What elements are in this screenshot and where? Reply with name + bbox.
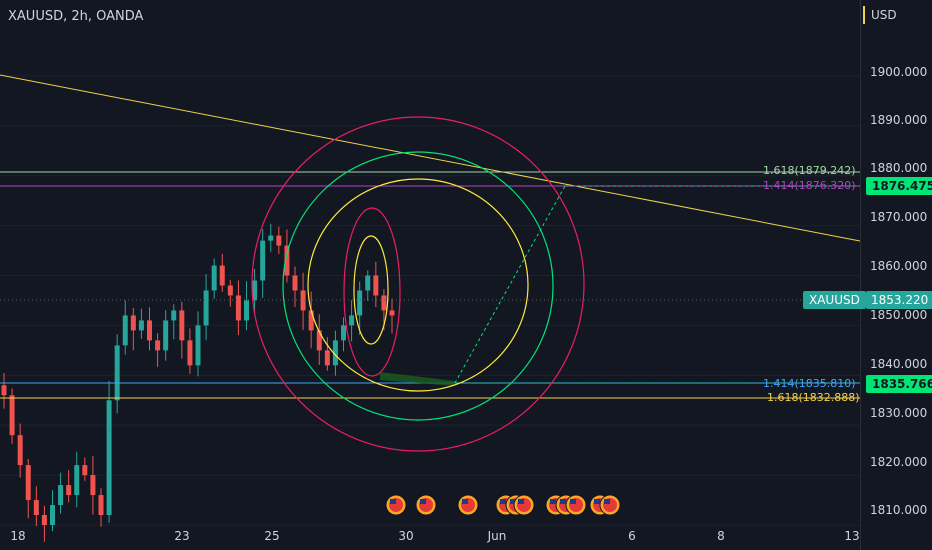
candle-body[interactable] (50, 505, 55, 526)
candle-body[interactable] (66, 485, 72, 496)
candle-body[interactable] (227, 285, 233, 296)
candle-body[interactable] (341, 325, 346, 341)
candle-body[interactable] (292, 275, 298, 291)
y-tick: 1860.000 (870, 259, 928, 273)
candle-body[interactable] (308, 310, 314, 331)
fib-label-upper-1414: 1.414(1876.320) (763, 179, 856, 192)
downtrend-line[interactable] (0, 74, 861, 242)
y-tick: 1890.000 (870, 113, 928, 127)
candle-body[interactable] (324, 350, 330, 366)
outer-red-circle[interactable] (251, 116, 585, 452)
candle-body[interactable] (389, 310, 395, 316)
inner-red-ellipse[interactable] (343, 207, 401, 377)
candle-body[interactable] (203, 290, 209, 326)
candle-body[interactable] (98, 495, 104, 516)
us-flag-icon-canton (594, 499, 600, 504)
candle-body[interactable] (316, 330, 322, 351)
us-flag-icon-canton (500, 499, 506, 504)
price-scale-divider (860, 0, 861, 550)
y-tick: 1900.000 (870, 65, 928, 79)
resistance-price-badge[interactable]: 1876.475 (866, 177, 932, 195)
candle-body[interactable] (179, 310, 185, 341)
candle-body[interactable] (138, 320, 144, 331)
candle-body[interactable] (122, 315, 128, 346)
candle-body[interactable] (211, 265, 217, 291)
us-flag-icon-canton (550, 499, 556, 504)
fib-label-upper-1618: 1.618(1879.242) (763, 164, 856, 177)
us-flag-icon-canton (604, 499, 610, 504)
x-tick: 6 (628, 529, 636, 543)
x-tick: 23 (174, 529, 190, 543)
candle-body[interactable] (106, 400, 112, 516)
candle-body[interactable] (9, 395, 15, 436)
candle-body[interactable] (114, 345, 120, 401)
candle-body[interactable] (33, 500, 39, 516)
x-tick: 30 (398, 529, 414, 543)
y-tick: 1880.000 (870, 161, 928, 175)
y-tick: 1820.000 (870, 455, 928, 469)
candle-body[interactable] (381, 295, 387, 311)
y-tick: 1870.000 (870, 210, 928, 224)
candle-body[interactable] (155, 340, 161, 351)
middle-yellow-circle[interactable] (307, 178, 529, 392)
fib-label-lower-1618: 1.618(1832.888) (767, 391, 860, 404)
candle-body[interactable] (244, 300, 249, 321)
y-tick: 1810.000 (870, 503, 928, 517)
x-tick: 18 (10, 529, 26, 543)
last-price-badge[interactable]: 1853.220 (866, 291, 932, 309)
candle-body[interactable] (373, 275, 379, 296)
candle-body[interactable] (171, 310, 177, 321)
y-tick: 1850.000 (870, 308, 928, 322)
candle-body[interactable] (130, 315, 136, 331)
us-flag-icon-canton (518, 499, 524, 504)
candle-body[interactable] (147, 320, 152, 341)
x-tick: 25 (264, 529, 280, 543)
candle-body[interactable] (357, 290, 363, 316)
candle-body[interactable] (349, 315, 355, 326)
x-tick: Jun (487, 529, 507, 543)
x-tick: 8 (717, 529, 725, 543)
currency-marker (863, 6, 865, 24)
y-tick: 1830.000 (870, 406, 928, 420)
candle-body[interactable] (365, 275, 371, 291)
projection-line (454, 185, 566, 384)
currency-label[interactable]: USD (871, 8, 897, 22)
candle-body[interactable] (195, 325, 201, 366)
chart-canvas[interactable] (0, 0, 932, 550)
y-tick: 1840.000 (870, 357, 928, 371)
candle-body[interactable] (58, 485, 64, 506)
candle-body[interactable] (163, 320, 169, 351)
candle-body[interactable] (17, 435, 23, 466)
support-zone-wedge (380, 372, 455, 386)
candle-body[interactable] (268, 235, 274, 241)
inner-yellow-ellipse[interactable] (353, 235, 389, 345)
candle-body[interactable] (1, 385, 7, 396)
candle-body[interactable] (187, 340, 193, 366)
candle-body[interactable] (82, 465, 88, 476)
candle-body[interactable] (235, 295, 241, 321)
us-flag-icon-canton (560, 499, 566, 504)
symbol-price-tag[interactable]: XAUUSD (803, 291, 866, 309)
x-tick: 13 (844, 529, 860, 543)
fib-label-lower-1414: 1.414(1835.810) (763, 377, 856, 390)
symbol-title[interactable]: XAUUSD, 2h, OANDA (8, 9, 143, 24)
candle-body[interactable] (260, 240, 266, 281)
candle-body[interactable] (219, 265, 225, 286)
economic-events-row (385, 494, 621, 516)
candle-body[interactable] (41, 515, 47, 526)
support-price-badge[interactable]: 1835.766 (866, 375, 932, 393)
us-flag-icon-canton (420, 499, 426, 504)
candle-body[interactable] (276, 235, 282, 246)
us-flag-icon-canton (570, 499, 576, 504)
candle-body[interactable] (25, 465, 31, 501)
candle-body[interactable] (90, 475, 96, 496)
us-flag-icon-canton (462, 499, 468, 504)
us-flag-icon-canton (390, 499, 396, 504)
candle-body[interactable] (74, 465, 80, 496)
